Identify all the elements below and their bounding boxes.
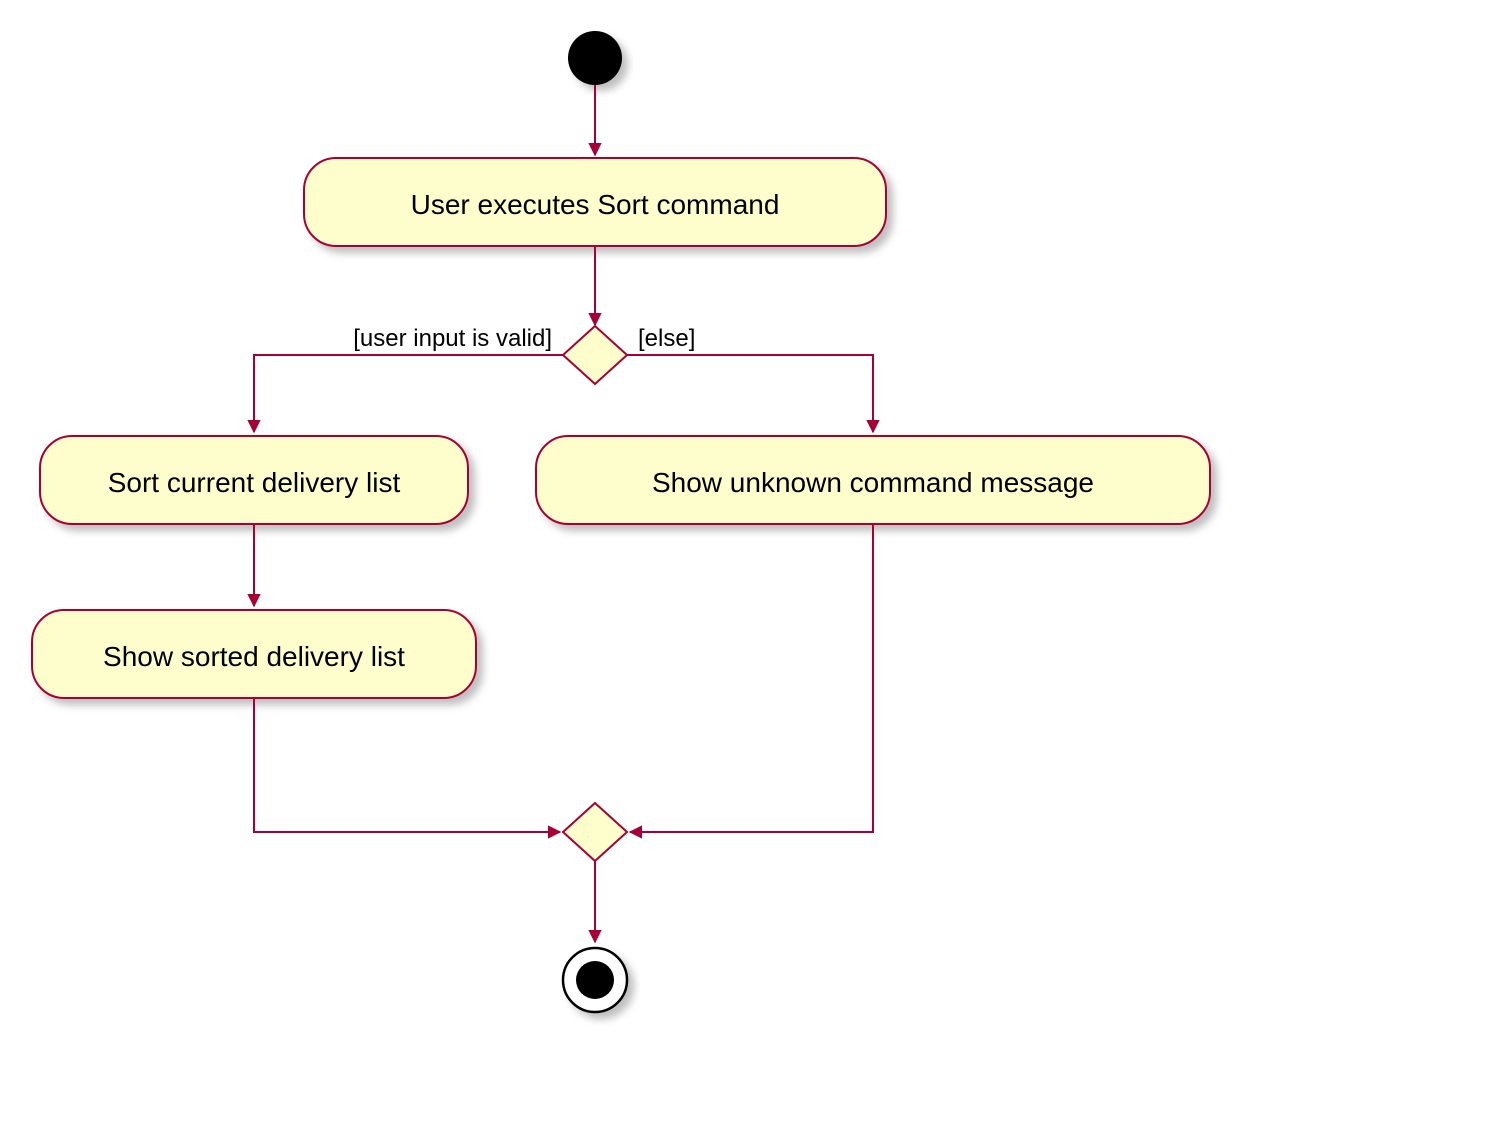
decision-node [563,326,627,384]
edge-decision-a2 [254,355,563,432]
guard-valid: [user input is valid] [353,325,552,352]
merge-node [563,803,627,861]
guard-else: [else] [638,325,695,352]
activity-diagram: User executes Sort command [user input i… [0,0,1501,1136]
activity-label: Sort current delivery list [108,467,401,498]
edge-a4-merge [630,524,873,832]
initial-node [568,31,622,85]
edge-decision-a4 [627,355,873,432]
final-node [563,948,627,1012]
activity-label: User executes Sort command [411,189,780,220]
activity-label: Show unknown command message [652,467,1094,498]
edge-a3-merge [254,698,560,832]
activity-label: Show sorted delivery list [103,641,405,672]
